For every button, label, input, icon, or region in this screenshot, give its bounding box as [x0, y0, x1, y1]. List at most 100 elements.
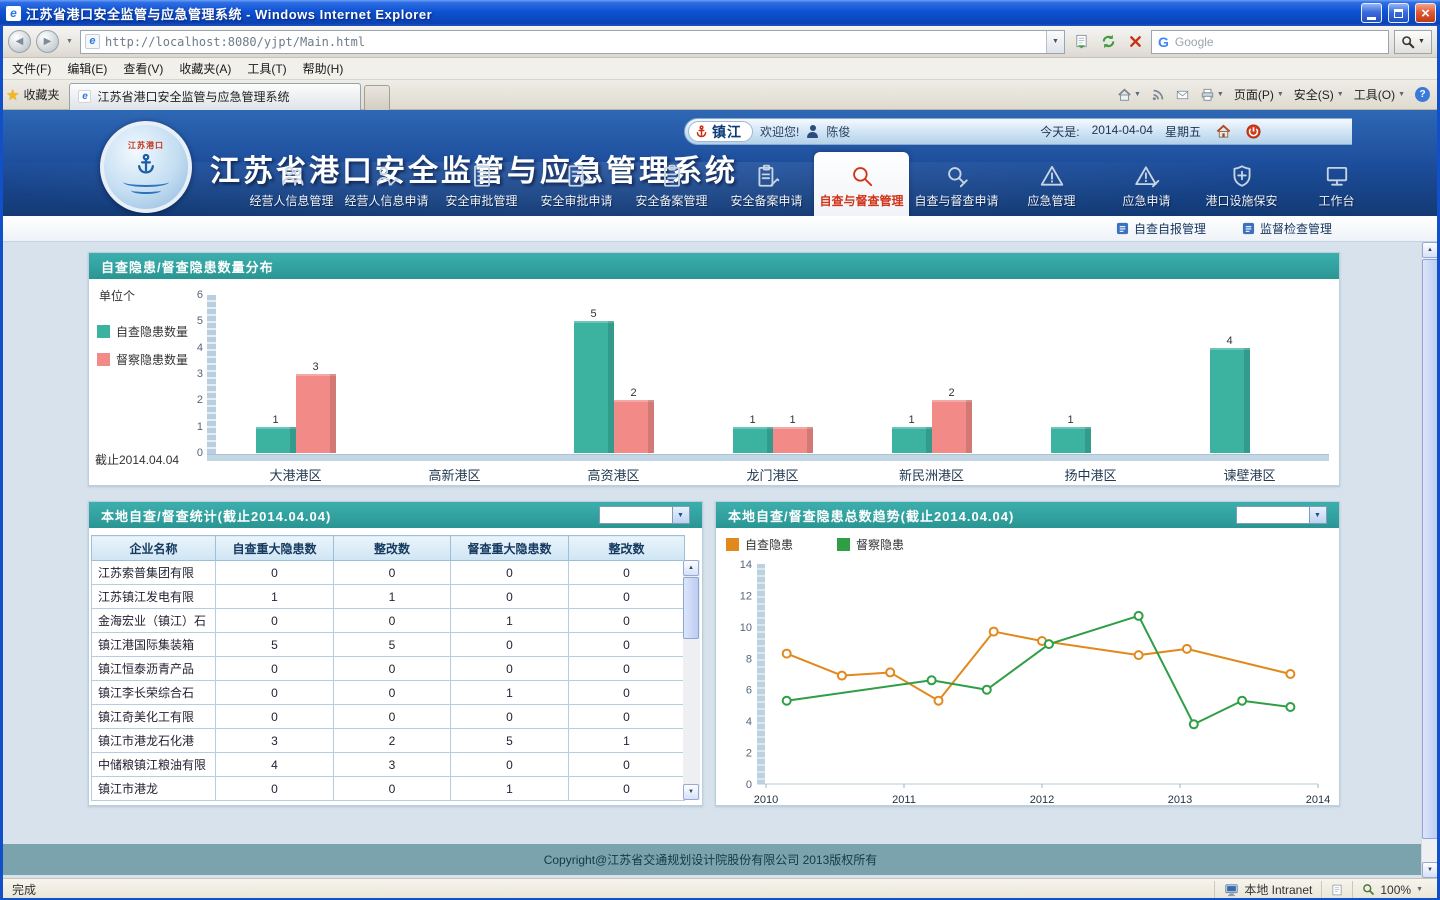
bar-slot: 3 — [296, 361, 336, 453]
bar-slot: 2 — [614, 387, 654, 453]
address-bar[interactable]: e http://localhost:8080/yjpt/Main.html ▼ — [80, 30, 1065, 54]
trend-filter-combo[interactable]: ▼ — [1236, 506, 1327, 524]
page-scrollbar[interactable]: ▲ ▼ — [1421, 242, 1437, 878]
table-row[interactable]: 江苏镇江发电有限1100 — [92, 585, 685, 609]
scroll-thumb[interactable] — [1422, 259, 1438, 839]
subnav-item-label: 自查自报管理 — [1134, 220, 1206, 237]
mail-button[interactable] — [1175, 89, 1190, 101]
legend-item: 自查隐患数量 — [97, 323, 188, 340]
nav-item[interactable]: 自查与督查申请 — [909, 152, 1004, 216]
home-button[interactable]: ▼ — [1117, 88, 1141, 102]
nav-item[interactable]: 应急管理 — [1004, 152, 1099, 216]
menu-bar: 文件(F)编辑(E)查看(V)收藏夹(A)工具(T)帮助(H) — [0, 58, 1440, 80]
compatibility-view-button[interactable] — [1070, 31, 1092, 53]
table-row[interactable]: 镇江市港龙0010 — [92, 777, 685, 801]
bar-value-label: 4 — [1226, 335, 1232, 347]
table-cell: 5 — [216, 633, 334, 657]
toolbar-button[interactable]: 安全(S)▼ — [1294, 86, 1344, 103]
menu-item[interactable]: 帮助(H) — [295, 58, 352, 79]
table-row[interactable]: 镇江港国际集装箱5500 — [92, 633, 685, 657]
menu-item[interactable]: 文件(F) — [4, 58, 59, 79]
toolbar-button[interactable]: 工具(O)▼ — [1354, 86, 1405, 103]
close-button[interactable]: × — [1415, 3, 1436, 23]
search-button[interactable]: ▼ — [1394, 30, 1432, 54]
x-axis-line — [207, 454, 1329, 461]
y-axis-ticks: 0123456 — [181, 295, 203, 453]
scroll-down-icon[interactable]: ▼ — [1422, 862, 1438, 878]
browser-tab[interactable]: e 江苏省港口安全监管与应急管理系统 — [69, 83, 361, 110]
help-button[interactable]: ? — [1415, 87, 1430, 102]
search-dropdown-icon: ▼ — [1418, 38, 1425, 45]
city-badge: 镇江 — [688, 121, 753, 142]
table-row[interactable]: 镇江李长荣综合石0010 — [92, 681, 685, 705]
logout-button[interactable] — [1246, 124, 1261, 139]
menu-item[interactable]: 查看(V) — [115, 58, 171, 79]
minimize-button[interactable] — [1361, 3, 1382, 23]
nav-item[interactable]: 安全审批管理 — [434, 152, 529, 216]
table-cell: 0 — [216, 561, 334, 585]
search-input[interactable]: G Google — [1151, 30, 1389, 54]
nav-item[interactable]: 应急申请 — [1099, 152, 1194, 216]
nav-item-label: 安全备案管理 — [635, 192, 707, 209]
page-content: 自查隐患/督查隐患数量分布 单位个 自查隐患数量督察隐患数量 截止2014.04… — [0, 242, 1440, 878]
scroll-thumb[interactable] — [683, 577, 699, 639]
nav-item[interactable]: 安全审批申请 — [529, 152, 624, 216]
nav-item[interactable]: 港口设施保安 — [1194, 152, 1289, 216]
nav-item-label: 安全备案申请 — [730, 192, 802, 209]
subnav-item[interactable]: 自查自报管理 — [1116, 220, 1206, 237]
table-row[interactable]: 镇江恒泰沥青产品0000 — [92, 657, 685, 681]
toolbar-button[interactable]: 页面(P)▼ — [1234, 86, 1284, 103]
trend-svg: 0246810121420102011201220132014 — [722, 554, 1334, 806]
nav-item[interactable]: 经营人信息申请 — [339, 152, 434, 216]
subnav-item[interactable]: 监督检查管理 — [1242, 220, 1332, 237]
nav-item[interactable]: 自查与督查管理 — [814, 152, 909, 216]
maximize-button[interactable] — [1388, 3, 1409, 23]
anchor-icon — [695, 125, 708, 138]
stop-button[interactable] — [1124, 31, 1146, 53]
favorites-button[interactable]: 收藏夹 — [23, 86, 59, 103]
people-edit-icon — [374, 159, 400, 189]
table-row[interactable]: 金海宏业（镇江）石0010 — [92, 609, 685, 633]
table-row[interactable]: 镇江奇美化工有限0000 — [92, 705, 685, 729]
people-icon — [279, 159, 305, 189]
new-tab-button[interactable] — [364, 85, 390, 110]
bar-category-label: 新民洲港区 — [852, 465, 1011, 484]
menu-item[interactable]: 编辑(E) — [59, 58, 115, 79]
zoom-control[interactable]: 100% ▼ — [1352, 881, 1432, 898]
stats-table: 企业名称自查重大隐患数整改数督查重大隐患数整改数 江苏索普集团有限0000江苏镇… — [91, 535, 685, 801]
back-button[interactable]: ◀ — [8, 30, 31, 53]
table-row[interactable]: 镇江市港龙石化港3251 — [92, 729, 685, 753]
nav-item[interactable]: 安全备案管理 — [624, 152, 719, 216]
history-dropdown-icon[interactable]: ▼ — [64, 38, 75, 45]
menu-item[interactable]: 工具(T) — [239, 58, 294, 79]
chevron-down-icon: ▼ — [673, 506, 690, 524]
table-row[interactable]: 江苏索普集团有限0000 — [92, 561, 685, 585]
forward-button[interactable]: ▶ — [36, 30, 59, 53]
site-logo: 江苏港口 — [100, 121, 192, 213]
scroll-down-icon[interactable]: ▼ — [683, 784, 699, 800]
refresh-button[interactable] — [1097, 31, 1119, 53]
favorites-star-icon[interactable]: ★ — [6, 86, 19, 104]
menu-item[interactable]: 收藏夹(A) — [171, 58, 239, 79]
nav-item[interactable]: 工作台 — [1289, 152, 1384, 216]
nav-item[interactable]: 经营人信息管理 — [244, 152, 339, 216]
address-dropdown[interactable]: ▼ — [1046, 31, 1064, 53]
bar-slot: 4 — [1210, 335, 1250, 453]
window-titlebar: e 江苏省港口安全监管与应急管理系统 - Windows Internet Ex… — [0, 0, 1440, 26]
home-shortcut-button[interactable] — [1216, 124, 1231, 139]
feeds-button[interactable] — [1151, 88, 1165, 102]
stop-icon — [1129, 35, 1142, 48]
table-filter-combo[interactable]: ▼ — [599, 506, 690, 524]
scroll-up-icon[interactable]: ▲ — [683, 560, 699, 576]
bar — [256, 427, 296, 453]
bar — [614, 400, 654, 453]
table-row[interactable]: 中储粮镇江粮油有限4300 — [92, 753, 685, 777]
y-tick-label: 6 — [197, 289, 203, 301]
scroll-up-icon[interactable]: ▲ — [1422, 242, 1438, 258]
search-icon — [1401, 35, 1415, 49]
bar-value-label: 1 — [749, 414, 755, 426]
print-button[interactable]: ▼ — [1200, 88, 1224, 102]
table-scrollbar[interactable]: ▲ ▼ — [683, 560, 700, 800]
status-zone: 本地 Intranet — [1214, 881, 1321, 898]
nav-item[interactable]: 安全备案申请 — [719, 152, 814, 216]
